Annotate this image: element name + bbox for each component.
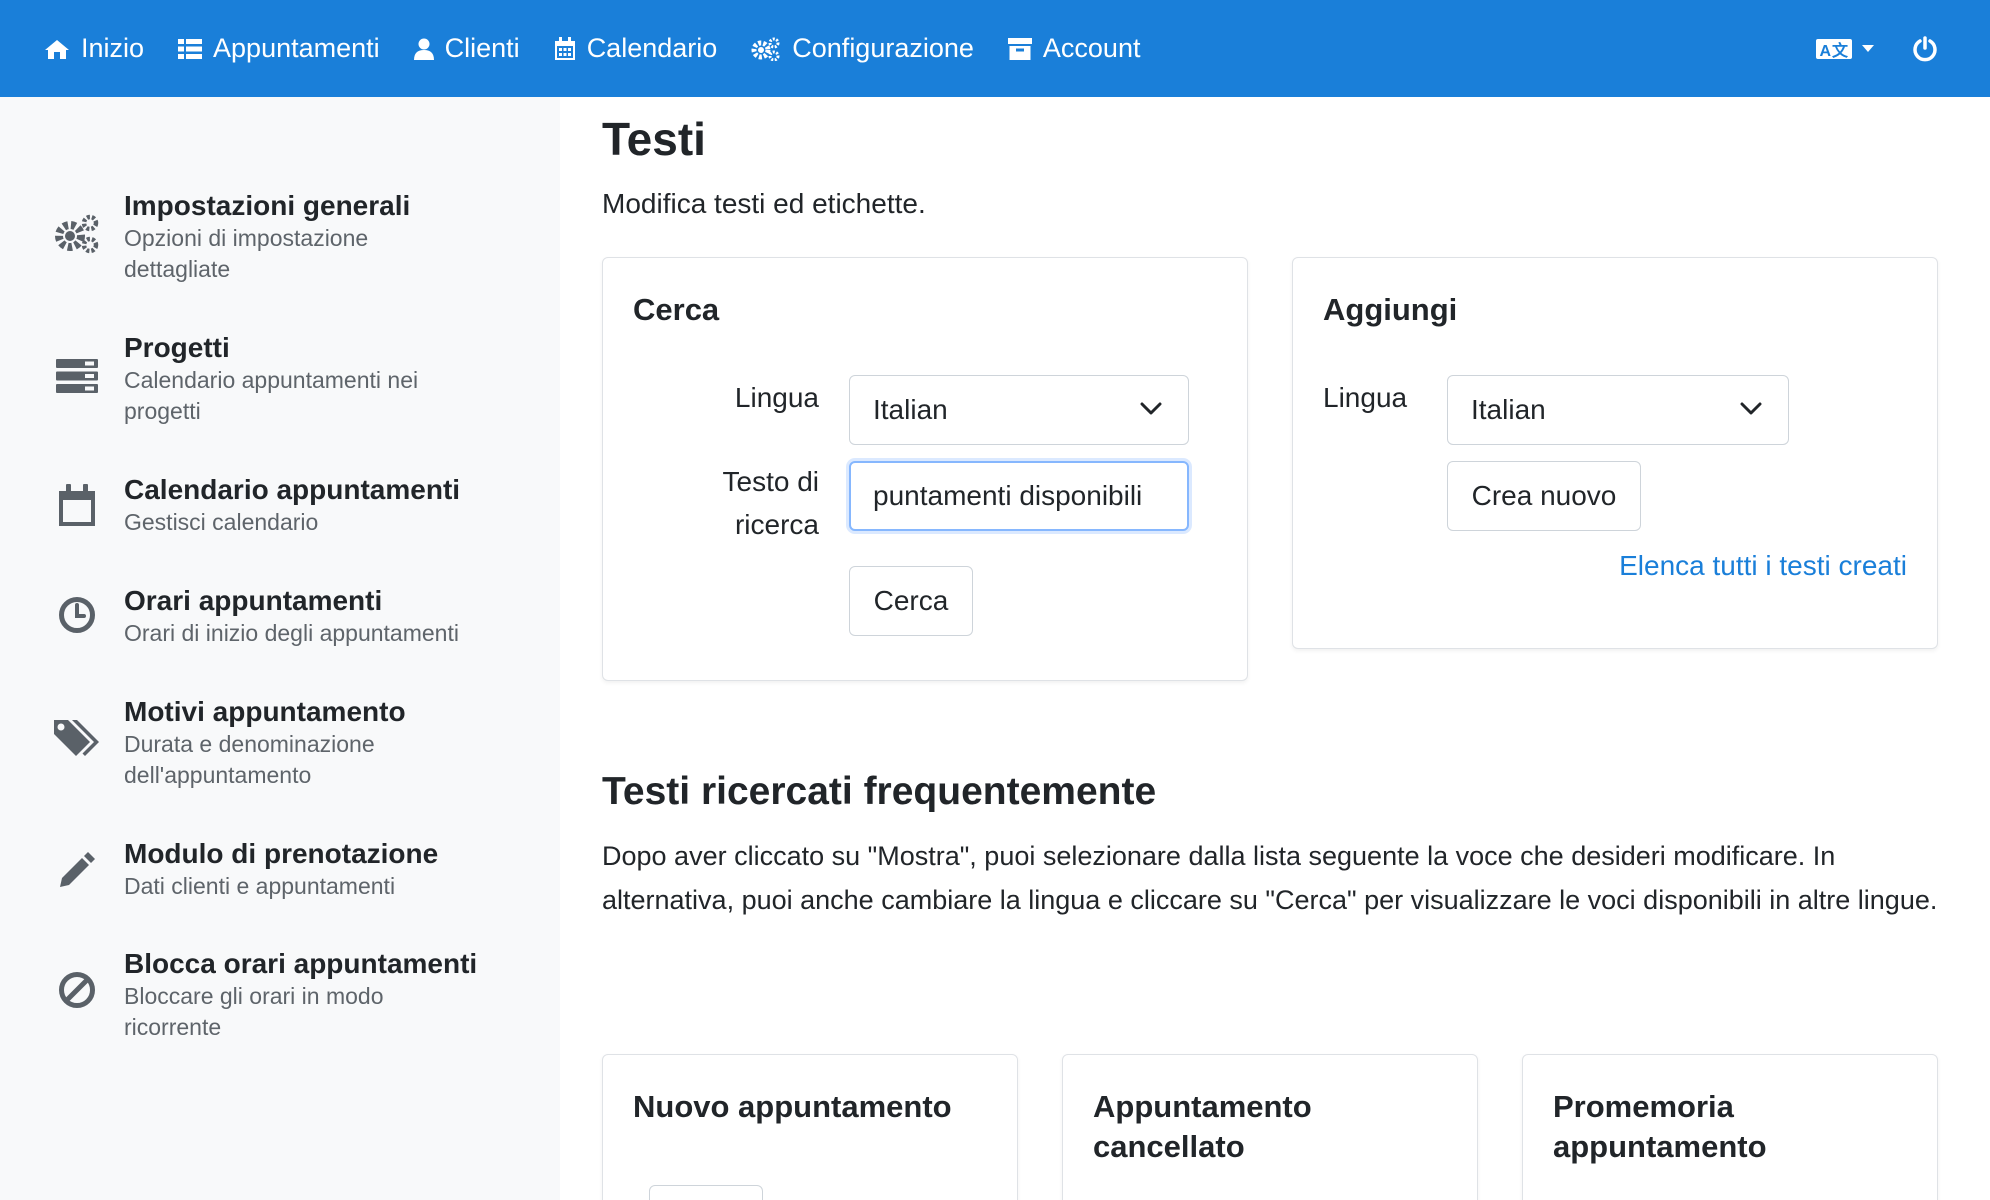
nav-label: Appuntamenti (213, 33, 380, 63)
sidebar-item-subtitle: Orari di inizio degli appuntamenti (124, 620, 459, 646)
search-card: Cerca Lingua Italian Testo di ricerca pu… (602, 257, 1248, 681)
ban-icon (54, 967, 100, 1013)
nav-label: Calendario (586, 33, 718, 63)
sidebar-item-title: Blocca orari appuntamenti (124, 948, 478, 979)
archive-icon (1007, 37, 1032, 60)
add-language-select[interactable]: Italian (1447, 375, 1789, 445)
frequent-card-nuovo-appuntamento: Nuovo appuntamento (602, 1054, 1018, 1200)
sidebar-item-subtitle: Opzioni di impostazione dettagliate (124, 225, 369, 282)
clock-icon (54, 592, 100, 638)
sidebar-item-modulo-di-prenotazione[interactable]: Modulo di prenotazione Dati clienti e ap… (54, 837, 534, 902)
sidebar: Impostazioni generali Opzioni di imposta… (0, 97, 560, 1200)
sidebar-item-title: Orari appuntamenti (124, 585, 383, 616)
nav-item-calendario[interactable]: Calendario (554, 33, 718, 64)
cogs-icon (751, 37, 780, 61)
search-language-label: Lingua (734, 382, 819, 413)
frequent-card-button[interactable] (649, 1185, 763, 1200)
search-language-select[interactable]: Italian (849, 375, 1189, 445)
search-text-value: puntamenti disponibili (873, 480, 1143, 511)
cogs-icon (54, 211, 100, 257)
nav-item-clienti[interactable]: Clienti (413, 33, 520, 64)
list-all-texts-link[interactable]: Elenca tutti i testi creati (1619, 550, 1907, 582)
nav-item-configurazione[interactable]: Configurazione (751, 33, 974, 64)
nav-item-inizio[interactable]: Inizio (44, 33, 144, 64)
sidebar-item-title: Calendario appuntamenti (124, 474, 461, 505)
sidebar-item-subtitle: Durata e denominazione dell'appuntamento (124, 731, 375, 788)
frequent-section-description: Dopo aver cliccato su "Mostra", puoi sel… (602, 841, 1938, 915)
nav-label: Account (1042, 33, 1141, 63)
add-card-title: Aggiungi (1323, 292, 1458, 327)
frequent-card-promemoria-appuntamento: Promemoria appuntamento (1522, 1054, 1938, 1200)
nav-label: Clienti (444, 33, 520, 63)
search-language-value: Italian (873, 394, 948, 425)
top-navbar: Inizio Appuntamenti Clienti Calendario C… (0, 0, 1990, 97)
sidebar-item-subtitle: Gestisci calendario (124, 509, 319, 535)
frequent-section-title: Testi ricercati frequentemente (602, 770, 1157, 813)
search-card-title: Cerca (633, 292, 720, 327)
sidebar-item-impostazioni-generali[interactable]: Impostazioni generali Opzioni di imposta… (54, 189, 534, 285)
search-text-label: Testo di ricerca (722, 466, 820, 540)
nav-item-account[interactable]: Account (1007, 33, 1141, 64)
server-icon (54, 353, 100, 399)
sidebar-item-blocca-orari-appuntamenti[interactable]: Blocca orari appuntamenti Bloccare gli o… (54, 947, 534, 1043)
calendar-icon (54, 483, 100, 529)
logout-button[interactable] (1912, 35, 1938, 62)
frequent-card-title: Appuntamento cancellato (1093, 1089, 1312, 1164)
frequent-card-appuntamento-cancellato: Appuntamento cancellato (1062, 1054, 1478, 1200)
add-card: Aggiungi Lingua Italian Crea nuovo Elenc… (1292, 257, 1938, 649)
pencil-icon (54, 847, 100, 893)
add-language-label: Lingua (1323, 382, 1408, 413)
chevron-down-icon (1140, 402, 1162, 415)
list-icon (178, 38, 203, 59)
sidebar-item-title: Motivi appuntamento (124, 696, 406, 727)
nav-right: A文 (1816, 0, 1938, 97)
sidebar-item-title: Modulo di prenotazione (124, 838, 439, 869)
tags-icon (54, 715, 100, 761)
user-icon (413, 38, 434, 60)
sidebar-item-subtitle: Bloccare gli orari in modo ricorrente (124, 983, 384, 1040)
sidebar-item-subtitle: Dati clienti e appuntamenti (124, 873, 396, 899)
chevron-down-icon (1740, 402, 1762, 415)
frequent-card-title: Promemoria appuntamento (1553, 1089, 1767, 1164)
sidebar-item-subtitle: Calendario appuntamenti nei progetti (124, 367, 419, 424)
sidebar-item-title: Impostazioni generali (124, 190, 411, 221)
nav-label: Configurazione (792, 33, 974, 63)
sidebar-item-calendario-appuntamenti[interactable]: Calendario appuntamenti Gestisci calenda… (54, 473, 534, 538)
language-icon: A文 (1816, 38, 1852, 60)
page-title: Testi (602, 113, 706, 165)
frequent-card-title: Nuovo appuntamento (633, 1089, 952, 1124)
add-language-value: Italian (1471, 394, 1546, 425)
calendar-icon (554, 36, 575, 60)
power-icon (1913, 35, 1937, 61)
home-icon (45, 39, 69, 59)
sidebar-item-progetti[interactable]: Progetti Calendario appuntamenti nei pro… (54, 331, 534, 427)
nav-item-appuntamenti[interactable]: Appuntamenti (178, 33, 380, 64)
create-new-button[interactable]: Crea nuovo (1447, 461, 1641, 531)
language-dropdown[interactable]: A文 (1816, 38, 1874, 60)
search-button[interactable]: Cerca (849, 566, 973, 636)
sidebar-item-title: Progetti (124, 332, 230, 363)
sidebar-item-orari-appuntamenti[interactable]: Orari appuntamenti Orari di inizio degli… (54, 584, 534, 649)
caret-down-icon (1862, 45, 1874, 52)
page-lead: Modifica testi ed etichette. (602, 188, 926, 219)
sidebar-item-motivi-appuntamento[interactable]: Motivi appuntamento Durata e denominazio… (54, 695, 534, 791)
search-text-input[interactable]: puntamenti disponibili (849, 461, 1189, 531)
nav-label: Inizio (81, 33, 145, 63)
